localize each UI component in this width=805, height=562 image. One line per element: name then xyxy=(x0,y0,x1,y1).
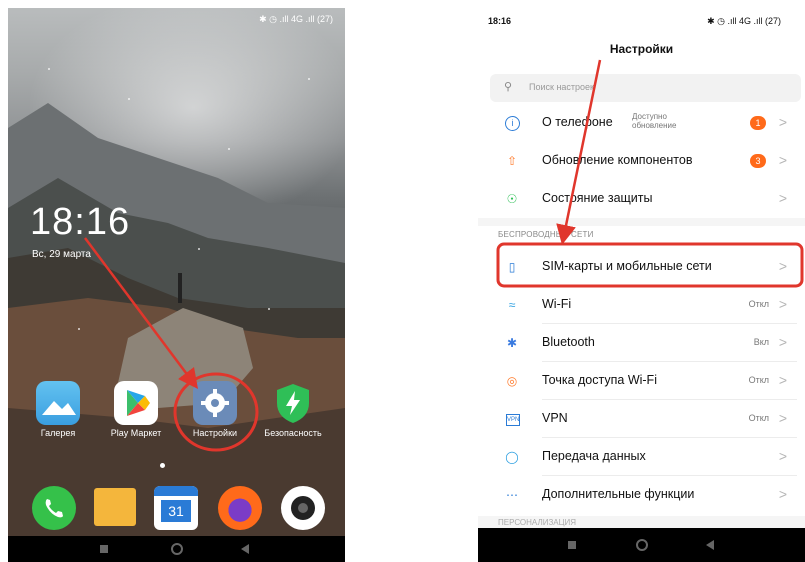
settings-item-protection-status[interactable]: ☉ Состояние защиты > xyxy=(478,180,805,218)
info-icon: i xyxy=(505,116,520,131)
section-header-wireless: БЕСПРОВОДНЫЕ СЕТИ xyxy=(498,230,594,239)
settings-item-value: Откл xyxy=(748,413,769,423)
lockscreen-date: Вс, 29 марта xyxy=(32,249,91,260)
hotspot-icon: ◎ xyxy=(506,374,518,388)
settings-item-label: Точка доступа Wi-Fi xyxy=(542,373,657,387)
settings-item-sim-cards[interactable]: ▯ SIM-карты и мобильные сети > xyxy=(478,248,805,286)
settings-item-label: Дополнительные функции xyxy=(542,487,695,501)
home-button[interactable] xyxy=(636,539,648,551)
recents-button[interactable] xyxy=(100,545,108,553)
bluetooth-icon: ✱ xyxy=(506,336,518,350)
chevron-right-icon: > xyxy=(778,152,787,168)
lockscreen-clock: 18:16 xyxy=(30,201,131,243)
settings-item-label: О телефоне xyxy=(542,115,613,129)
camera-icon[interactable] xyxy=(281,486,325,530)
wifi-icon: ≈ xyxy=(508,298,516,312)
app-settings[interactable]: Настройки xyxy=(185,381,245,438)
chevron-right-icon: > xyxy=(778,410,787,426)
back-button[interactable] xyxy=(241,544,249,554)
chevron-right-icon: > xyxy=(778,296,787,312)
calendar-icon[interactable]: 31 xyxy=(154,486,198,530)
notification-badge: 1 xyxy=(750,116,766,130)
settings-item-more-functions[interactable]: ⋯ Дополнительные функции > xyxy=(478,476,805,514)
status-bar: ✱ ◷ .ıll 4G .ıll (27) xyxy=(707,16,781,26)
data-usage-icon: ◯ xyxy=(505,450,519,464)
settings-item-label: VPN xyxy=(542,411,568,425)
wallpaper-mountains xyxy=(8,103,345,562)
settings-item-vpn[interactable]: VPN VPN Откл > xyxy=(478,400,805,438)
update-icon: ⇧ xyxy=(506,154,518,168)
settings-item-data-usage[interactable]: ◯ Передача данных > xyxy=(478,438,805,476)
play-store-icon xyxy=(114,381,158,425)
notification-badge: 3 xyxy=(750,154,766,168)
update-available-note: Доступно обновление xyxy=(632,112,677,130)
app-label: Галерея xyxy=(40,428,76,438)
settings-item-wifi[interactable]: ≈ Wi-Fi Откл > xyxy=(478,286,805,324)
security-shield-icon xyxy=(271,381,315,425)
app-security[interactable]: Безопасность xyxy=(263,381,323,438)
settings-item-bluetooth[interactable]: ✱ Bluetooth Вкл > xyxy=(478,324,805,362)
settings-item-label: Состояние защиты xyxy=(542,191,653,205)
navigation-bar xyxy=(8,536,345,562)
chevron-right-icon: > xyxy=(778,448,787,464)
chevron-right-icon: > xyxy=(778,486,787,502)
settings-item-hotspot[interactable]: ◎ Точка доступа Wi-Fi Откл > xyxy=(478,362,805,400)
settings-item-label: Wi-Fi xyxy=(542,297,572,311)
calendar-day: 31 xyxy=(161,500,191,522)
settings-item-label: SIM-карты и мобильные сети xyxy=(542,259,712,273)
page-title: Настройки xyxy=(609,42,674,56)
app-label: Настройки xyxy=(192,428,238,438)
page-indicator xyxy=(160,463,165,468)
home-screen: ✱ ◷ .ıll 4G .ıll (27) 18:16 Вс, 29 марта… xyxy=(8,8,345,562)
back-button[interactable] xyxy=(706,540,714,550)
status-bar: ✱ ◷ .ıll 4G .ıll (27) xyxy=(259,14,333,24)
more-icon: ⋯ xyxy=(506,488,518,502)
vpn-icon: VPN xyxy=(506,414,520,426)
chevron-right-icon: > xyxy=(778,190,787,206)
chevron-right-icon: > xyxy=(778,334,787,350)
section-divider xyxy=(478,218,805,226)
phone-icon[interactable] xyxy=(32,486,76,530)
shield-check-icon: ☉ xyxy=(506,192,518,206)
app-play-market[interactable]: Play Маркет xyxy=(106,381,166,438)
recents-button[interactable] xyxy=(568,541,576,549)
search-placeholder: Поиск настроек xyxy=(529,82,594,92)
chevron-right-icon: > xyxy=(778,258,787,274)
settings-gear-icon xyxy=(193,381,237,425)
messages-icon[interactable] xyxy=(94,488,136,526)
search-input[interactable]: ⚲ Поиск настроек xyxy=(490,74,801,102)
settings-item-value: Откл xyxy=(748,299,769,309)
app-label: Play Маркет xyxy=(110,428,162,438)
app-label: Безопасность xyxy=(264,428,322,438)
search-icon: ⚲ xyxy=(504,81,513,93)
settings-item-component-updates[interactable]: ⇧ Обновление компонентов 3 > xyxy=(478,142,805,180)
section-header-personalization: ПЕРСОНАЛИЗАЦИЯ xyxy=(498,518,577,527)
firefox-icon[interactable] xyxy=(218,486,262,530)
settings-item-about-phone[interactable]: i О телефоне Доступно обновление 1 > xyxy=(478,104,805,142)
chevron-right-icon: > xyxy=(778,372,787,388)
sim-card-icon: ▯ xyxy=(508,260,516,274)
gallery-icon xyxy=(36,381,80,425)
home-button[interactable] xyxy=(171,543,183,555)
settings-screen: 18:16 ✱ ◷ .ıll 4G .ıll (27) Настройки ⚲ … xyxy=(478,8,805,562)
navigation-bar xyxy=(478,528,805,562)
settings-item-value: Откл xyxy=(748,375,769,385)
settings-item-value: Вкл xyxy=(753,337,769,347)
settings-item-label: Передача данных xyxy=(542,449,646,463)
app-gallery[interactable]: Галерея xyxy=(28,381,88,438)
chevron-right-icon: > xyxy=(778,114,787,130)
settings-item-label: Обновление компонентов xyxy=(542,153,693,167)
status-time: 18:16 xyxy=(488,16,512,26)
settings-item-label: Bluetooth xyxy=(542,335,595,349)
